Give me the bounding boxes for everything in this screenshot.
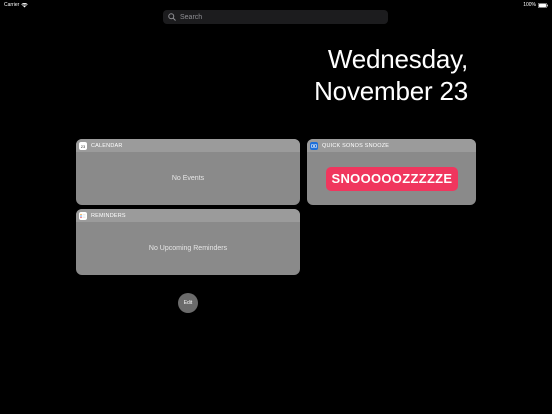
date-display: Wednesday, November 23 [314, 43, 468, 107]
carrier-label: Carrier [4, 2, 20, 8]
calendar-widget-title: CALENDAR [91, 142, 123, 149]
search-icon [168, 13, 176, 21]
snooze-button[interactable]: SNOOOOOZZZZZE [325, 166, 458, 191]
battery-icon [538, 2, 548, 8]
date-day: November 23 [314, 76, 468, 106]
carrier-info: Carrier [4, 2, 29, 8]
reminders-widget-header[interactable]: REMINDERS [76, 209, 300, 222]
calendar-widget[interactable]: 23 CALENDAR No Events [76, 139, 300, 205]
reminders-icon [79, 211, 87, 220]
search-input[interactable]: Search [163, 10, 388, 24]
wifi-icon [21, 2, 29, 7]
sonos-icon [310, 141, 318, 150]
sonos-widget-header[interactable]: QUICK SONOS SNOOZE [307, 139, 476, 152]
edit-widgets-button[interactable]: Edit [178, 293, 198, 313]
sonos-snooze-widget[interactable]: QUICK SONOS SNOOZE SNOOOOOZZZZZE [307, 139, 476, 205]
search-placeholder: Search [180, 13, 203, 21]
battery-percent: 100% [523, 2, 536, 8]
date-weekday: Wednesday, [327, 44, 468, 74]
reminders-empty-message: No Upcoming Reminders [148, 245, 228, 252]
battery-info: 100% [523, 2, 548, 8]
sonos-widget-title: QUICK SONOS SNOOZE [322, 142, 390, 149]
reminders-widget-title: REMINDERS [91, 212, 126, 219]
sonos-widget-body: SNOOOOOZZZZZE [307, 152, 476, 205]
status-bar: Carrier 100% [0, 0, 552, 9]
calendar-empty-message: No Events [171, 175, 205, 182]
calendar-icon: 23 [79, 141, 87, 150]
calendar-widget-header[interactable]: 23 CALENDAR [76, 139, 300, 152]
calendar-icon-number: 23 [81, 144, 86, 149]
reminders-widget[interactable]: REMINDERS No Upcoming Reminders [76, 209, 300, 275]
today-view-screen: Carrier 100% Search Wednesday, November … [0, 0, 552, 414]
